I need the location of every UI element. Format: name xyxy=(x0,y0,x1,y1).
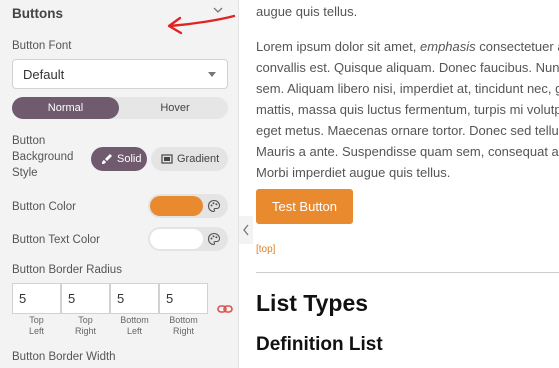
radius-top-right-input[interactable]: 5 xyxy=(61,283,110,314)
paragraph: Lorem ipsum dolor sit amet, emphasis con… xyxy=(256,36,559,183)
content-preview: augue quis tellus. Lorem ipsum dolor sit… xyxy=(256,0,559,368)
radius-bottom-left-input[interactable]: 5 xyxy=(110,283,159,314)
caption-line: Top xyxy=(78,315,93,325)
button-text-color-swatch[interactable] xyxy=(150,229,203,249)
button-font-value: Default xyxy=(23,67,65,82)
divider xyxy=(256,272,559,273)
dropdown-caret-icon xyxy=(208,72,216,77)
radius-top-left-input[interactable]: 5 xyxy=(12,283,61,314)
paragraph-line: Morbi imperdiet augue quis tellus. xyxy=(256,165,451,180)
bg-style-label-1: Button xyxy=(12,135,46,147)
radius-bottom-right-input[interactable]: 5 xyxy=(159,283,208,314)
annotation-arrow xyxy=(167,14,236,35)
caption-line: Bottom xyxy=(120,315,149,325)
solid-style-button[interactable]: Solid xyxy=(91,147,147,171)
button-font-label: Button Font xyxy=(12,40,72,52)
caption-line: Left xyxy=(28,326,44,336)
heading-definition-list: Definition List xyxy=(256,334,383,355)
gradient-label: Gradient xyxy=(177,153,220,165)
text-span: consectetuer a xyxy=(475,39,559,54)
heading-list-types: List Types xyxy=(256,290,369,316)
gradient-style-button[interactable]: Gradient xyxy=(151,147,228,171)
border-radius-label: Button Border Radius xyxy=(12,264,122,276)
settings-panel: Buttons Button Font Default Normal Hover… xyxy=(0,0,239,368)
link-icon[interactable] xyxy=(217,303,233,315)
palette-icon[interactable] xyxy=(207,232,221,246)
caption-line: Right xyxy=(74,326,96,336)
caption-line: Right xyxy=(172,326,194,336)
paragraph-line: Lorem ipsum dolor sit amet, emphasis con… xyxy=(256,36,559,57)
chevron-left-icon[interactable] xyxy=(239,216,253,244)
caption-line: Top xyxy=(29,315,44,325)
paragraph-line: eget metus. Maecenas ornare tortor. Done… xyxy=(256,123,559,138)
radius-bottom-left-caption: Bottom Left xyxy=(110,315,159,337)
paint-brush-icon xyxy=(102,154,112,164)
bg-style-label-3: Style xyxy=(12,167,38,179)
emphasis-text: emphasis xyxy=(420,39,476,54)
button-color-swatch[interactable] xyxy=(150,196,203,216)
caption-line: Bottom xyxy=(169,315,198,325)
state-toggle: Normal Hover xyxy=(12,97,228,119)
radius-top-left-caption: Top Left xyxy=(12,315,61,337)
button-color-picker[interactable] xyxy=(148,194,228,218)
button-text-color-picker[interactable] xyxy=(148,227,228,251)
paragraph-line: mattis, massa quis luctus fermentum, tur… xyxy=(256,102,559,117)
caption-line: Left xyxy=(126,326,142,336)
section-title[interactable]: Buttons xyxy=(12,6,63,21)
radius-top-right-caption: Top Right xyxy=(61,315,110,337)
test-button[interactable]: Test Button xyxy=(256,189,353,224)
top-link[interactable]: [top] xyxy=(256,244,275,255)
bg-style-label-2: Background xyxy=(12,151,74,163)
border-width-label: Button Border Width xyxy=(12,351,116,363)
paragraph-fragment: augue quis tellus. xyxy=(256,4,358,19)
paragraph-line: Mauris a ante. Suspendisse quam sem, con… xyxy=(256,144,559,159)
tab-hover[interactable]: Hover xyxy=(122,97,228,119)
paragraph-line: convallis est. Quisque aliquam. Donec fa… xyxy=(256,60,559,75)
paragraph-line: sem. Aliquam libero nisi, imperdiet at, … xyxy=(256,81,559,96)
solid-label: Solid xyxy=(117,153,142,165)
palette-icon[interactable] xyxy=(207,199,221,213)
text-span: Lorem ipsum dolor sit amet, xyxy=(256,39,421,54)
button-color-label: Button Color xyxy=(12,201,76,213)
radius-bottom-right-caption: Bottom Right xyxy=(159,315,208,337)
button-text-color-label: Button Text Color xyxy=(12,234,101,246)
button-font-select[interactable]: Default xyxy=(12,59,228,89)
gradient-icon xyxy=(161,154,173,164)
tab-normal[interactable]: Normal xyxy=(12,97,119,119)
